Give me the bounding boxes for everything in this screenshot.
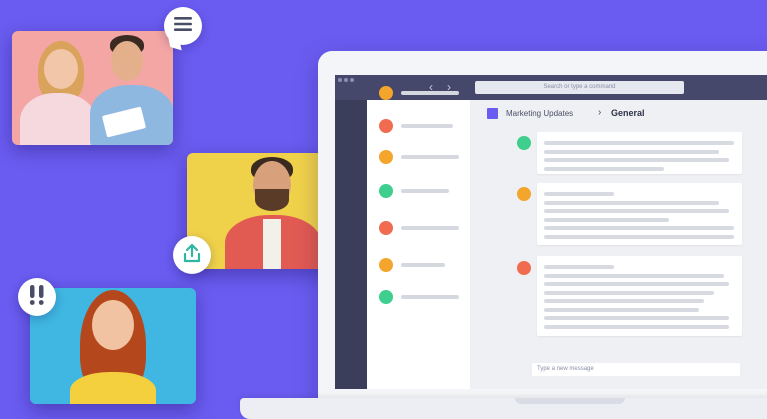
search-input[interactable]: Search or type a command [475,81,684,94]
status-dot [379,86,393,100]
message-text-placeholder [544,299,704,303]
app-rail [335,100,367,389]
message-text-placeholder [544,141,734,145]
status-dot [379,221,393,235]
channel-name[interactable]: General [611,107,645,119]
message-text-placeholder [544,166,664,171]
menu-lines-icon [173,16,193,37]
message-text-placeholder [544,149,719,154]
status-dot [379,150,393,164]
team-name[interactable]: Marketing Updates [506,108,573,119]
chevron-right-icon: › [598,107,602,118]
message-text-placeholder [544,282,729,286]
status-dot [379,290,393,304]
share-badge[interactable] [173,236,211,274]
app-window: ‹ › Search or type a command Marketing U… [335,75,767,389]
laptop-base [240,398,767,419]
video-tile-two-people [12,31,173,145]
upload-share-icon [181,242,203,269]
channel-label-placeholder [401,155,459,159]
alert-badge[interactable] [18,278,56,316]
laptop-notch [515,398,625,404]
message-text-placeholder [544,200,719,205]
message-text-placeholder [544,324,729,329]
message-text-placeholder [544,316,729,320]
channel-label-placeholder [401,263,445,267]
window-dot[interactable] [338,78,342,82]
message-card[interactable] [537,132,742,174]
window-dot[interactable] [344,78,348,82]
message-text-placeholder [544,265,614,269]
status-dot [379,258,393,272]
double-exclamation-icon [27,284,47,311]
video-tile-redhead-woman [30,288,196,404]
message-text-placeholder [544,273,724,278]
message-composer[interactable]: Type a new message [532,363,740,376]
message-text-placeholder [544,158,729,162]
message-avatar[interactable] [517,136,531,150]
conversation-pane: Marketing Updates › General Type a new m… [470,100,767,389]
title-bar: ‹ › Search or type a command [335,75,767,100]
message-card[interactable] [537,183,742,245]
conversation-header: Marketing Updates › General [470,100,767,128]
message-text-placeholder [544,209,729,213]
channel-label-placeholder [401,295,459,299]
message-avatar[interactable] [517,261,531,275]
status-dot [379,119,393,133]
channel-label-placeholder [401,91,459,95]
channel-label-placeholder [401,189,449,193]
message-card[interactable] [537,256,742,336]
message-text-placeholder [544,217,669,222]
channel-list [367,86,470,389]
status-dot [379,184,393,198]
message-text-placeholder [544,290,714,295]
window-dot[interactable] [350,78,354,82]
channel-label-placeholder [401,124,453,128]
chat-menu-badge[interactable] [164,7,202,45]
message-text-placeholder [544,307,699,312]
team-avatar [487,108,498,119]
message-avatar[interactable] [517,187,531,201]
message-text-placeholder [544,192,614,196]
channel-label-placeholder [401,226,459,230]
message-text-placeholder [544,226,734,230]
message-text-placeholder [544,234,734,239]
